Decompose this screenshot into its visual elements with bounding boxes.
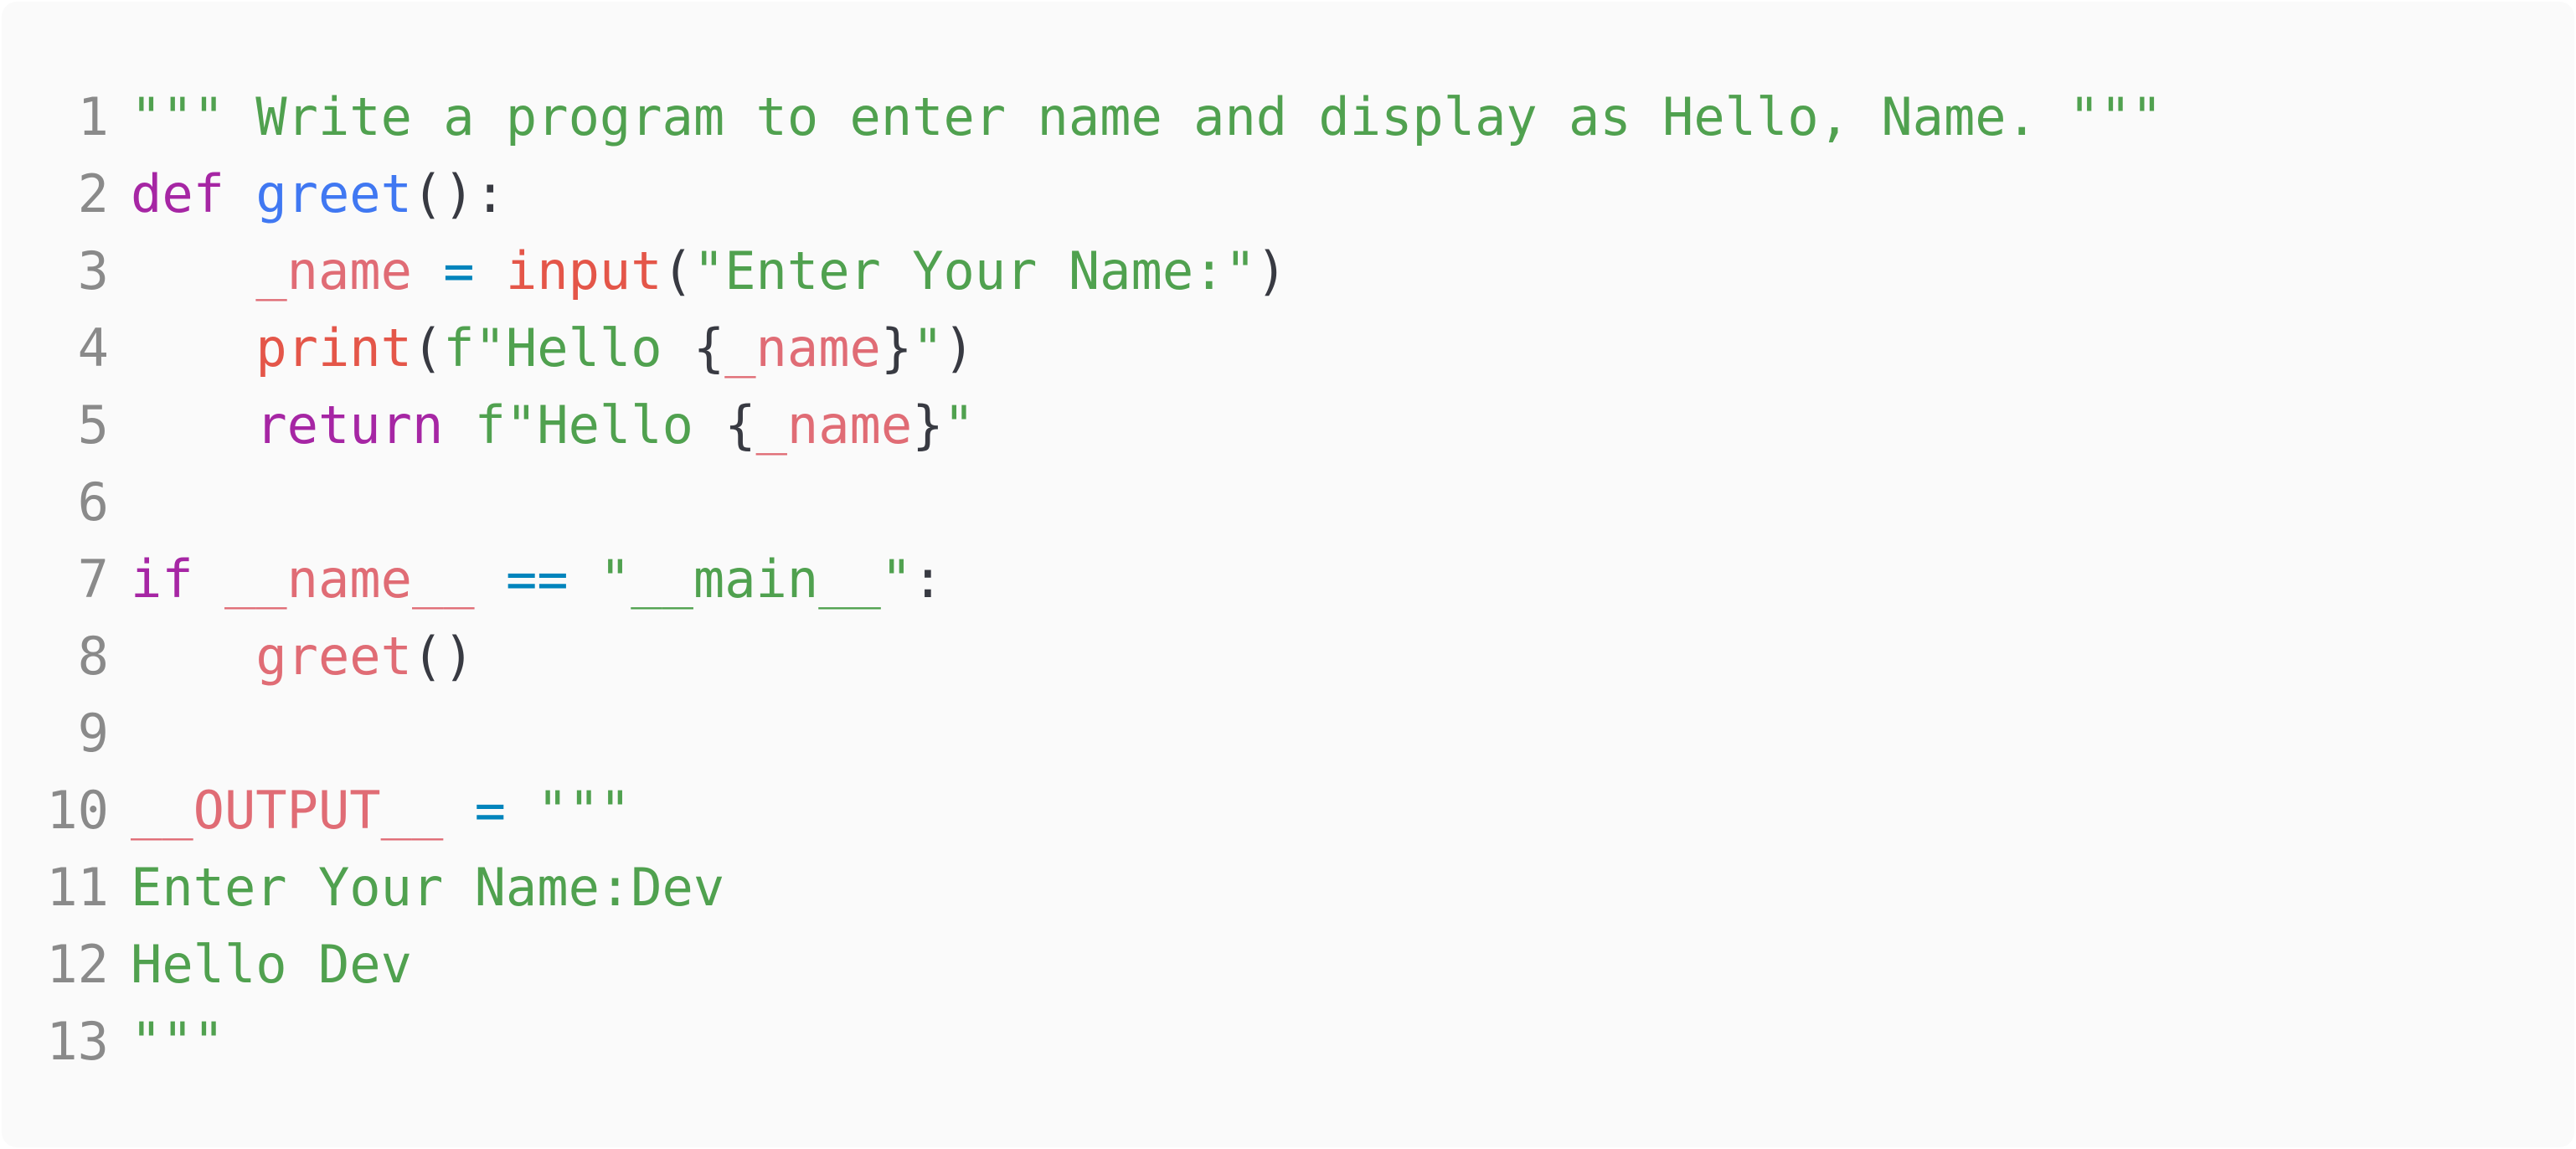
code-token-default [224,163,255,224]
line-text: greet() [131,618,475,695]
code-token-keyword: def [131,163,224,224]
code-token-string: f"Hello [443,317,693,379]
code-token-default [475,240,506,301]
line-text: """ [131,1003,224,1080]
code-token-keyword: return [255,394,444,456]
code-token-default: { [724,394,756,456]
code-token-string: Enter Your Name:Dev [131,857,725,918]
code-token-default: : [912,549,944,610]
code-token-operator: = [474,780,506,841]
code-token-default: (): [411,163,506,224]
line-text: _name = input("Enter Your Name:") [131,233,1287,310]
code-token-default [131,240,255,301]
line-text: if __name__ == "__main__": [131,541,944,618]
line-text: Hello Dev [131,926,412,1003]
line-number: 5 [77,394,109,456]
line-number: 12 [46,934,109,995]
line-text: return f"Hello {_name}" [131,387,975,464]
code-line[interactable]: 8 greet() [2,618,2162,695]
code-token-default [193,549,224,610]
code-token-function-def: greet [255,163,412,224]
code-token-default [443,780,474,841]
code-token-identifier: print [255,317,412,379]
code-token-default: { [693,317,725,379]
code-token-operator: == [505,549,569,610]
code-token-default [569,549,600,610]
line-number: 13 [46,1011,109,1072]
code-line[interactable]: 11 Enter Your Name:Dev [2,849,2162,926]
code-token-call: _name [255,240,412,301]
code-token-call: __name__ [224,549,475,610]
code-token-string: " [943,394,975,456]
line-number: 11 [46,857,109,918]
code-token-string: "Enter Your Name:" [693,240,1256,301]
line-number: 6 [77,471,109,533]
code-token-default: ) [943,317,975,379]
code-line[interactable]: 1 """ Write a program to enter name and d… [2,79,2163,156]
code-line[interactable]: 9 [2,695,2162,772]
line-text: def greet(): [131,156,506,233]
code-token-default: ( [411,317,444,379]
code-token-default [412,240,443,301]
code-token-default [443,394,474,456]
line-text: print(f"Hello {_name}") [131,310,975,387]
code-editor[interactable]: 1 """ Write a program to enter name and d… [2,2,2574,1147]
line-number: 10 [46,780,109,841]
code-token-default [475,549,506,610]
line-text: """ Write a program to enter name and di… [131,79,2162,156]
code-line[interactable]: 5 return f"Hello {_name}" [2,387,2162,464]
code-token-default [131,626,255,687]
code-line[interactable]: 7 if __name__ == "__main__": [2,541,2162,618]
line-number: 7 [77,549,109,610]
line-text: __OUTPUT__ = """ [131,772,631,849]
code-token-call: greet [255,626,412,687]
line-number: 4 [77,317,109,379]
code-token-string: """ [131,1011,224,1072]
code-line[interactable]: 12 Hello Dev [2,926,2162,1003]
code-token-string: " [912,317,944,379]
code-token-string: Hello Dev [131,934,412,995]
code-token-string: """ Write a program to enter name and di… [131,86,2163,147]
code-token-call: __OUTPUT__ [131,780,444,841]
line-number: 8 [77,626,109,687]
code-line[interactable]: 3 _name = input("Enter Your Name:") [2,233,2162,310]
code-token-identifier: input [505,240,662,301]
line-number: 3 [77,240,109,301]
code-token-call: _name [724,317,881,379]
code-token-keyword: if [131,549,193,610]
code-token-default [131,394,255,456]
code-token-string: f"Hello [474,394,725,456]
code-token-default [506,780,537,841]
code-token-string: """ [537,780,631,841]
code-token-string: "__main__" [599,549,913,610]
code-token-default: } [912,394,944,456]
code-token-default: } [880,317,913,379]
line-number: 1 [77,86,109,147]
line-number: 9 [77,703,109,764]
code-token-default: () [411,626,475,687]
code-token-operator: = [443,240,475,301]
code-token-default [131,317,255,379]
code-area[interactable]: 1 """ Write a program to enter name and d… [2,79,2162,1080]
code-line[interactable]: 2 def greet(): [2,156,2162,233]
code-line[interactable]: 13 """ [2,1003,2162,1080]
code-token-call: _name [755,394,913,456]
code-token-default: ( [662,240,693,301]
code-line[interactable]: 4 print(f"Hello {_name}") [2,310,2162,387]
code-token-default: ) [1255,240,1288,301]
code-line[interactable]: 10 __OUTPUT__ = """ [2,772,2162,849]
code-line[interactable]: 6 [2,464,2162,541]
line-text: Enter Your Name:Dev [131,849,724,926]
line-number: 2 [77,163,109,224]
